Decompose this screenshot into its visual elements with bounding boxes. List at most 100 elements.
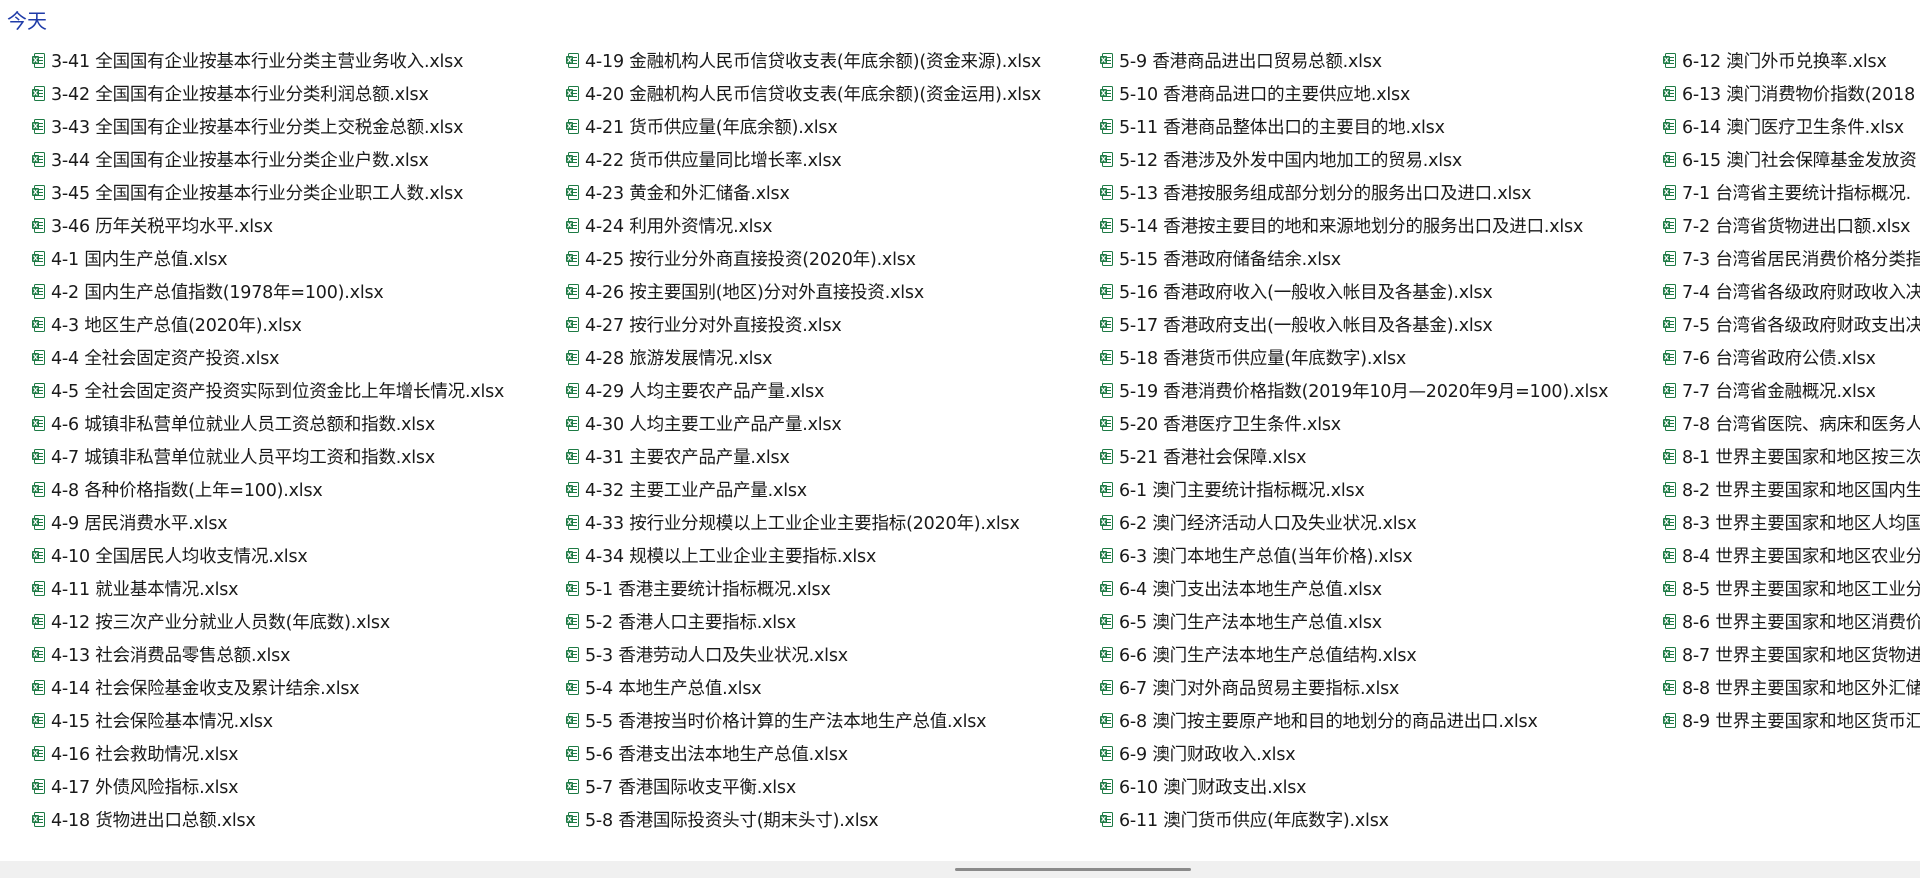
file-item[interactable]: 6-13 澳门消费物价指数(2018	[1663, 77, 1920, 110]
file-item[interactable]: 5-6 香港支出法本地生产总值.xlsx	[566, 737, 1041, 770]
xlsx-file-icon	[1100, 647, 1113, 662]
file-item[interactable]: 4-29 人均主要农产品产量.xlsx	[566, 374, 1041, 407]
file-item[interactable]: 8-5 世界主要国家和地区工业分	[1663, 572, 1920, 605]
file-item[interactable]: 6-8 澳门按主要原产地和目的地划分的商品进出口.xlsx	[1100, 704, 1608, 737]
file-item[interactable]: 4-17 外债风险指标.xlsx	[32, 770, 504, 803]
file-item[interactable]: 4-9 居民消费水平.xlsx	[32, 506, 504, 539]
file-item[interactable]: 7-6 台湾省政府公债.xlsx	[1663, 341, 1920, 374]
file-item[interactable]: 6-1 澳门主要统计指标概况.xlsx	[1100, 473, 1608, 506]
file-item[interactable]: 4-26 按主要国别(地区)分对外直接投资.xlsx	[566, 275, 1041, 308]
file-item[interactable]: 6-14 澳门医疗卫生条件.xlsx	[1663, 110, 1920, 143]
file-item[interactable]: 5-11 香港商品整体出口的主要目的地.xlsx	[1100, 110, 1608, 143]
file-item[interactable]: 4-27 按行业分对外直接投资.xlsx	[566, 308, 1041, 341]
file-item[interactable]: 4-18 货物进出口总额.xlsx	[32, 803, 504, 836]
xlsx-file-icon	[566, 746, 579, 761]
file-item[interactable]: 8-9 世界主要国家和地区货币汇	[1663, 704, 1920, 737]
file-item[interactable]: 6-4 澳门支出法本地生产总值.xlsx	[1100, 572, 1608, 605]
file-item[interactable]: 6-12 澳门外币兑换率.xlsx	[1663, 44, 1920, 77]
file-item[interactable]: 7-7 台湾省金融概况.xlsx	[1663, 374, 1920, 407]
file-item[interactable]: 4-5 全社会固定资产投资实际到位资金比上年增长情况.xlsx	[32, 374, 504, 407]
file-item[interactable]: 4-22 货币供应量同比增长率.xlsx	[566, 143, 1041, 176]
file-item[interactable]: 6-2 澳门经济活动人口及失业状况.xlsx	[1100, 506, 1608, 539]
file-item[interactable]: 8-1 世界主要国家和地区按三次	[1663, 440, 1920, 473]
file-item[interactable]: 4-23 黄金和外汇储备.xlsx	[566, 176, 1041, 209]
file-item[interactable]: 6-10 澳门财政支出.xlsx	[1100, 770, 1608, 803]
file-item[interactable]: 5-19 香港消费价格指数(2019年10月—2020年9月=100).xlsx	[1100, 374, 1608, 407]
file-item[interactable]: 3-46 历年关税平均水平.xlsx	[32, 209, 504, 242]
file-item[interactable]: 5-20 香港医疗卫生条件.xlsx	[1100, 407, 1608, 440]
file-item[interactable]: 3-43 全国国有企业按基本行业分类上交税金总额.xlsx	[32, 110, 504, 143]
file-item[interactable]: 8-8 世界主要国家和地区外汇储	[1663, 671, 1920, 704]
file-item[interactable]: 4-2 国内生产总值指数(1978年=100).xlsx	[32, 275, 504, 308]
file-item[interactable]: 5-10 香港商品进口的主要供应地.xlsx	[1100, 77, 1608, 110]
file-item[interactable]: 5-5 香港按当时价格计算的生产法本地生产总值.xlsx	[566, 704, 1041, 737]
file-item[interactable]: 5-2 香港人口主要指标.xlsx	[566, 605, 1041, 638]
file-item[interactable]: 8-4 世界主要国家和地区农业分	[1663, 539, 1920, 572]
file-item[interactable]: 5-3 香港劳动人口及失业状况.xlsx	[566, 638, 1041, 671]
file-item[interactable]: 5-17 香港政府支出(一般收入帐目及各基金).xlsx	[1100, 308, 1608, 341]
file-item[interactable]: 6-11 澳门货币供应(年底数字).xlsx	[1100, 803, 1608, 836]
file-item[interactable]: 4-20 金融机构人民币信贷收支表(年底余额)(资金运用).xlsx	[566, 77, 1041, 110]
file-item[interactable]: 3-42 全国国有企业按基本行业分类利润总额.xlsx	[32, 77, 504, 110]
file-item[interactable]: 4-8 各种价格指数(上年=100).xlsx	[32, 473, 504, 506]
file-item[interactable]: 8-7 世界主要国家和地区货物进	[1663, 638, 1920, 671]
file-item[interactable]: 4-30 人均主要工业产品产量.xlsx	[566, 407, 1041, 440]
horizontal-scrollbar[interactable]	[0, 861, 1920, 878]
file-item[interactable]: 5-4 本地生产总值.xlsx	[566, 671, 1041, 704]
file-item[interactable]: 8-6 世界主要国家和地区消费价	[1663, 605, 1920, 638]
file-item[interactable]: 4-4 全社会固定资产投资.xlsx	[32, 341, 504, 374]
file-item[interactable]: 6-7 澳门对外商品贸易主要指标.xlsx	[1100, 671, 1608, 704]
file-item[interactable]: 4-32 主要工业产品产量.xlsx	[566, 473, 1041, 506]
file-item[interactable]: 7-2 台湾省货物进出口额.xlsx	[1663, 209, 1920, 242]
file-item[interactable]: 5-9 香港商品进出口贸易总额.xlsx	[1100, 44, 1608, 77]
file-item[interactable]: 5-1 香港主要统计指标概况.xlsx	[566, 572, 1041, 605]
file-item[interactable]: 4-6 城镇非私营单位就业人员工资总额和指数.xlsx	[32, 407, 504, 440]
group-header-today[interactable]: 今天	[7, 6, 47, 36]
file-item[interactable]: 4-21 货币供应量(年底余额).xlsx	[566, 110, 1041, 143]
file-item[interactable]: 6-9 澳门财政收入.xlsx	[1100, 737, 1608, 770]
file-item[interactable]: 4-28 旅游发展情况.xlsx	[566, 341, 1041, 374]
file-item[interactable]: 4-7 城镇非私营单位就业人员平均工资和指数.xlsx	[32, 440, 504, 473]
file-item[interactable]: 4-31 主要农产品产量.xlsx	[566, 440, 1041, 473]
file-item[interactable]: 4-3 地区生产总值(2020年).xlsx	[32, 308, 504, 341]
file-item[interactable]: 5-8 香港国际投资头寸(期末头寸).xlsx	[566, 803, 1041, 836]
file-item[interactable]: 5-13 香港按服务组成部分划分的服务出口及进口.xlsx	[1100, 176, 1608, 209]
file-item[interactable]: 4-16 社会救助情况.xlsx	[32, 737, 504, 770]
file-item[interactable]: 4-33 按行业分规模以上工业企业主要指标(2020年).xlsx	[566, 506, 1041, 539]
file-item[interactable]: 6-6 澳门生产法本地生产总值结构.xlsx	[1100, 638, 1608, 671]
file-item[interactable]: 3-45 全国国有企业按基本行业分类企业职工人数.xlsx	[32, 176, 504, 209]
file-item[interactable]: 4-12 按三次产业分就业人员数(年底数).xlsx	[32, 605, 504, 638]
file-item[interactable]: 3-41 全国国有企业按基本行业分类主营业务收入.xlsx	[32, 44, 504, 77]
file-item[interactable]: 4-15 社会保险基本情况.xlsx	[32, 704, 504, 737]
file-item[interactable]: 4-13 社会消费品零售总额.xlsx	[32, 638, 504, 671]
file-item[interactable]: 4-10 全国居民人均收支情况.xlsx	[32, 539, 504, 572]
file-item[interactable]: 4-19 金融机构人民币信贷收支表(年底余额)(资金来源).xlsx	[566, 44, 1041, 77]
file-item[interactable]: 7-4 台湾省各级政府财政收入决	[1663, 275, 1920, 308]
file-item[interactable]: 4-34 规模以上工业企业主要指标.xlsx	[566, 539, 1041, 572]
file-item[interactable]: 6-3 澳门本地生产总值(当年价格).xlsx	[1100, 539, 1608, 572]
file-item[interactable]: 5-21 香港社会保障.xlsx	[1100, 440, 1608, 473]
file-item[interactable]: 3-44 全国国有企业按基本行业分类企业户数.xlsx	[32, 143, 504, 176]
scrollbar-thumb[interactable]	[955, 868, 1191, 871]
file-item[interactable]: 5-7 香港国际收支平衡.xlsx	[566, 770, 1041, 803]
file-item[interactable]: 4-25 按行业分外商直接投资(2020年).xlsx	[566, 242, 1041, 275]
file-item[interactable]: 5-14 香港按主要目的地和来源地划分的服务出口及进口.xlsx	[1100, 209, 1608, 242]
xlsx-file-icon	[1663, 317, 1676, 332]
file-item[interactable]: 4-11 就业基本情况.xlsx	[32, 572, 504, 605]
file-item[interactable]: 4-24 利用外资情况.xlsx	[566, 209, 1041, 242]
file-name: 4-18 货物进出口总额.xlsx	[51, 811, 256, 831]
file-item[interactable]: 8-3 世界主要国家和地区人均国	[1663, 506, 1920, 539]
file-item[interactable]: 5-15 香港政府储备结余.xlsx	[1100, 242, 1608, 275]
file-item[interactable]: 5-18 香港货币供应量(年底数字).xlsx	[1100, 341, 1608, 374]
file-item[interactable]: 7-1 台湾省主要统计指标概况.	[1663, 176, 1920, 209]
file-item[interactable]: 5-12 香港涉及外发中国内地加工的贸易.xlsx	[1100, 143, 1608, 176]
file-item[interactable]: 7-8 台湾省医院、病床和医务人	[1663, 407, 1920, 440]
file-item[interactable]: 4-1 国内生产总值.xlsx	[32, 242, 504, 275]
file-item[interactable]: 6-5 澳门生产法本地生产总值.xlsx	[1100, 605, 1608, 638]
file-item[interactable]: 6-15 澳门社会保障基金发放资	[1663, 143, 1920, 176]
file-item[interactable]: 7-3 台湾省居民消费价格分类指	[1663, 242, 1920, 275]
file-item[interactable]: 7-5 台湾省各级政府财政支出决	[1663, 308, 1920, 341]
file-item[interactable]: 4-14 社会保险基金收支及累计结余.xlsx	[32, 671, 504, 704]
file-item[interactable]: 5-16 香港政府收入(一般收入帐目及各基金).xlsx	[1100, 275, 1608, 308]
file-item[interactable]: 8-2 世界主要国家和地区国内生	[1663, 473, 1920, 506]
